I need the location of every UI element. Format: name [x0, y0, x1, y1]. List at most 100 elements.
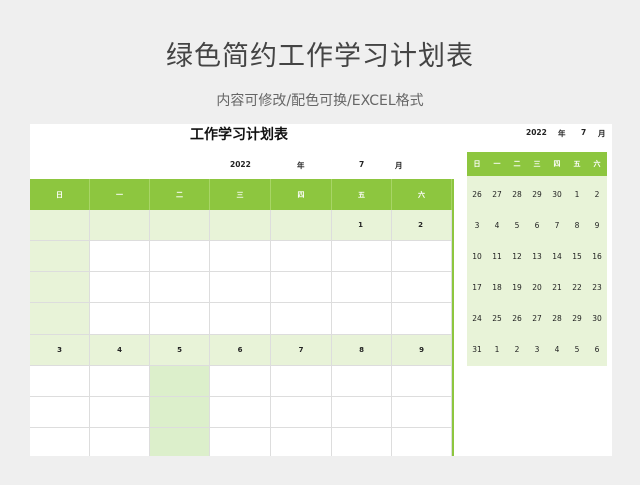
note-cell[interactable] [210, 272, 271, 303]
note-cell[interactable] [392, 303, 452, 335]
day-cell[interactable] [210, 210, 271, 241]
mini-weekday: 三 [533, 160, 541, 168]
worksheet-title: 工作学习计划表 [190, 127, 288, 143]
note-cell[interactable] [271, 272, 332, 303]
note-cell[interactable] [30, 397, 90, 428]
mini-weekday: 六 [593, 160, 601, 168]
note-row [30, 397, 452, 428]
note-cell[interactable] [332, 272, 392, 303]
mini-day: 29 [532, 190, 542, 199]
mini-weekday: 五 [573, 160, 581, 168]
note-cell[interactable] [392, 272, 452, 303]
mini-day: 24 [472, 314, 482, 323]
note-cell[interactable] [90, 241, 150, 272]
note-cell[interactable] [332, 241, 392, 272]
mini-day: 10 [472, 252, 482, 261]
mini-day: 26 [512, 314, 522, 323]
mini-day: 21 [552, 283, 562, 292]
mini-day: 20 [532, 283, 542, 292]
note-cell[interactable] [150, 241, 210, 272]
note-cell[interactable] [332, 303, 392, 335]
note-cell[interactable] [392, 241, 452, 272]
weekday-header-row: 日 一 二 三 四 五 六 [30, 179, 452, 210]
mini-weekday-row: 日 一 二 三 四 五 六 [467, 152, 607, 176]
note-cell[interactable] [30, 428, 90, 456]
note-row [30, 428, 452, 456]
note-cell[interactable] [90, 428, 150, 456]
note-cell[interactable] [271, 428, 332, 456]
note-cell[interactable] [210, 366, 271, 397]
note-row [30, 303, 452, 335]
note-cell[interactable] [392, 428, 452, 456]
note-cell[interactable] [332, 366, 392, 397]
day-cell[interactable] [150, 210, 210, 241]
day-cell[interactable]: 8 [332, 335, 392, 366]
day-cell[interactable]: 7 [271, 335, 332, 366]
note-cell[interactable] [271, 397, 332, 428]
mini-day: 23 [592, 283, 602, 292]
day-cell[interactable]: 6 [210, 335, 271, 366]
mini-week-row: 26 27 28 29 30 1 2 [467, 179, 607, 210]
mini-day: 17 [472, 283, 482, 292]
note-cell[interactable] [271, 241, 332, 272]
note-cell[interactable] [150, 272, 210, 303]
mini-year-value: 2022 [526, 128, 547, 137]
mini-day: 3 [534, 345, 540, 354]
day-cell[interactable]: 5 [150, 335, 210, 366]
note-cell[interactable] [210, 397, 271, 428]
mini-day: 30 [592, 314, 602, 323]
weekday-header: 二 [150, 179, 210, 210]
page-subtitle: 内容可修改/配色可换/EXCEL格式 [216, 93, 424, 109]
note-cell[interactable] [271, 366, 332, 397]
mini-day: 7 [554, 221, 560, 230]
day-cell[interactable] [271, 210, 332, 241]
page-title: 绿色简约工作学习计划表 [166, 41, 474, 72]
mini-week-row: 10 11 12 13 14 15 16 [467, 241, 607, 272]
note-cell[interactable] [90, 366, 150, 397]
mini-month-value: 7 [581, 128, 587, 137]
year-unit: 年 [297, 161, 305, 170]
day-cell[interactable]: 4 [90, 335, 150, 366]
mini-week-row: 3 4 5 6 7 8 9 [467, 210, 607, 241]
note-cell[interactable] [210, 428, 271, 456]
day-cell[interactable] [90, 210, 150, 241]
weekday-header: 四 [271, 179, 332, 210]
note-cell[interactable] [392, 366, 452, 397]
note-cell[interactable] [30, 303, 90, 335]
weekday-header: 三 [210, 179, 271, 210]
note-cell[interactable] [392, 397, 452, 428]
day-cell[interactable]: 9 [392, 335, 452, 366]
note-cell[interactable] [150, 366, 210, 397]
note-cell[interactable] [150, 397, 210, 428]
note-cell[interactable] [90, 303, 150, 335]
day-cell[interactable]: 3 [30, 335, 90, 366]
mini-day: 22 [572, 283, 582, 292]
mini-day: 8 [574, 221, 580, 230]
day-cell[interactable]: 1 [332, 210, 392, 241]
mini-weekday: 二 [513, 160, 521, 168]
weekday-header: 六 [392, 179, 452, 210]
note-row [30, 272, 452, 303]
note-cell[interactable] [30, 272, 90, 303]
note-cell[interactable] [30, 366, 90, 397]
mini-day: 27 [492, 190, 502, 199]
note-cell[interactable] [271, 303, 332, 335]
mini-week-row: 31 1 2 3 4 5 6 [467, 334, 607, 365]
day-cell[interactable]: 2 [392, 210, 452, 241]
main-calendar: 日 一 二 三 四 五 六 1 2 3 4 5 6 7 8 9 [30, 179, 454, 456]
weekday-header: 一 [90, 179, 150, 210]
note-cell[interactable] [150, 303, 210, 335]
note-cell[interactable] [332, 397, 392, 428]
week-row: 1 2 [30, 210, 452, 241]
note-cell[interactable] [210, 241, 271, 272]
note-cell[interactable] [210, 303, 271, 335]
note-cell[interactable] [30, 241, 90, 272]
note-cell[interactable] [150, 428, 210, 456]
mini-day: 11 [492, 252, 502, 261]
note-cell[interactable] [90, 272, 150, 303]
mini-month-unit: 月 [598, 129, 606, 138]
mini-day: 4 [554, 345, 560, 354]
note-cell[interactable] [332, 428, 392, 456]
note-cell[interactable] [90, 397, 150, 428]
day-cell[interactable] [30, 210, 90, 241]
